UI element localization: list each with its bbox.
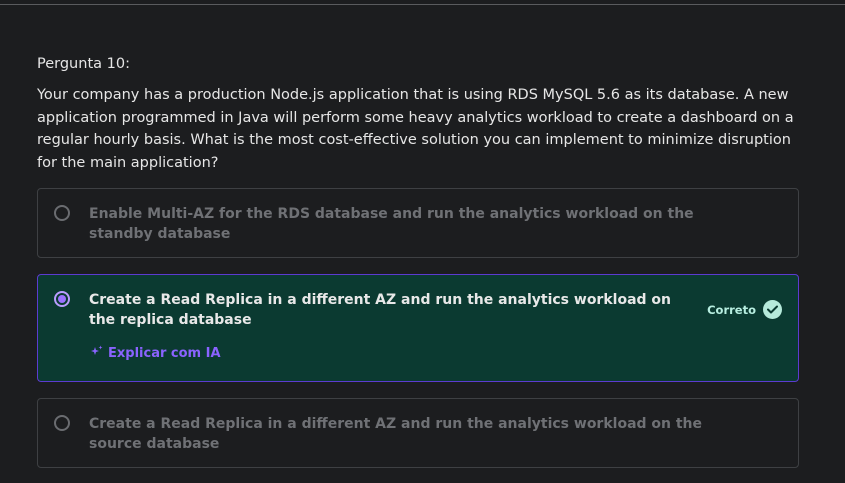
radio-button[interactable] [54,205,70,221]
question-number: Pergunta 10: [37,56,130,72]
answer-option-text: Create a Read Replica in a different AZ … [89,292,671,328]
radio-button[interactable] [54,415,70,431]
question-text: Your company has a production Node.js ap… [37,87,794,171]
answer-option-2[interactable]: Create a Read Replica in a different AZ … [37,274,799,382]
correct-label: Correto [707,302,756,317]
sparkle-icon [91,345,103,361]
answer-option-text: Create a Read Replica in a different AZ … [89,416,703,452]
check-circle-icon [763,300,782,319]
top-bar [0,0,845,5]
radio-button-selected[interactable] [54,291,70,307]
answer-option-3[interactable]: Create a Read Replica in a different AZ … [37,398,799,468]
answer-option-text: Enable Multi-AZ for the RDS database and… [89,206,694,242]
correct-indicator: Correto [707,300,782,319]
explain-with-ai-button[interactable]: Explicar com IA [91,345,221,361]
explain-label: Explicar com IA [108,345,221,361]
answer-option-1[interactable]: Enable Multi-AZ for the RDS database and… [37,188,799,258]
